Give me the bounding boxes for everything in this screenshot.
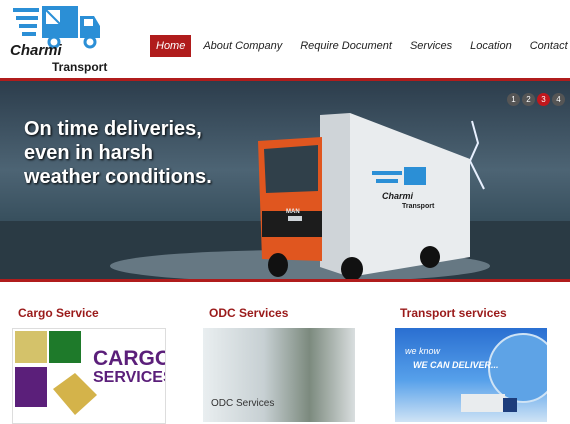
globe-logistics-icon <box>461 333 547 412</box>
truck-brand-label: MAN <box>286 209 300 215</box>
transport-services-image[interactable]: we know WE CAN DELIVER... <box>395 328 547 422</box>
odc-services-title[interactable]: ODC Services <box>209 306 288 320</box>
cargo-image-text-2: SERVICES <box>93 369 166 386</box>
odc-image-text: ODC Services <box>211 398 275 409</box>
slide-dot-1[interactable]: 1 <box>507 93 520 106</box>
slide-dot-4[interactable]: 4 <box>552 93 565 106</box>
cargo-service-image[interactable]: CARGO SERVICES <box>12 328 166 424</box>
slide-dot-2[interactable]: 2 <box>522 93 535 106</box>
nav-about-company[interactable]: About Company <box>197 35 288 57</box>
truck-logo-text-1: Charmi <box>382 191 414 201</box>
logo-text-transport: Transport <box>52 60 108 74</box>
odc-services-image[interactable]: ODC Services <box>203 328 355 422</box>
hero-divider <box>0 279 570 282</box>
slider-pagination: 1 2 3 4 <box>505 93 565 106</box>
transport-image-text-1: we know <box>405 346 441 356</box>
site-header: Charmi Transport Home About Company Requ… <box>0 0 570 78</box>
nav-require-document[interactable]: Require Document <box>294 35 398 57</box>
main-nav: Home About Company Require Document Serv… <box>150 35 570 57</box>
nav-home[interactable]: Home <box>150 35 192 57</box>
transport-image-text-2: WE CAN DELIVER... <box>413 360 499 370</box>
nav-services[interactable]: Services <box>404 35 458 57</box>
site-logo[interactable]: Charmi Transport <box>8 2 118 76</box>
nav-contact-us[interactable]: Contact Us <box>524 35 570 57</box>
truck-logo-text-2: Transport <box>402 203 435 210</box>
nav-location[interactable]: Location <box>464 35 518 57</box>
cargo-image-text-1: CARGO <box>93 347 166 370</box>
slide-dot-3[interactable]: 3 <box>537 93 550 106</box>
hero-caption: On time deliveries, even in harsh weathe… <box>24 118 212 188</box>
logo-text-charmi: Charmi <box>10 42 62 59</box>
hero-slider[interactable]: On time deliveries, even in harsh weathe… <box>0 81 570 279</box>
cargo-service-title[interactable]: Cargo Service <box>18 306 99 320</box>
transport-services-title[interactable]: Transport services <box>400 306 507 320</box>
